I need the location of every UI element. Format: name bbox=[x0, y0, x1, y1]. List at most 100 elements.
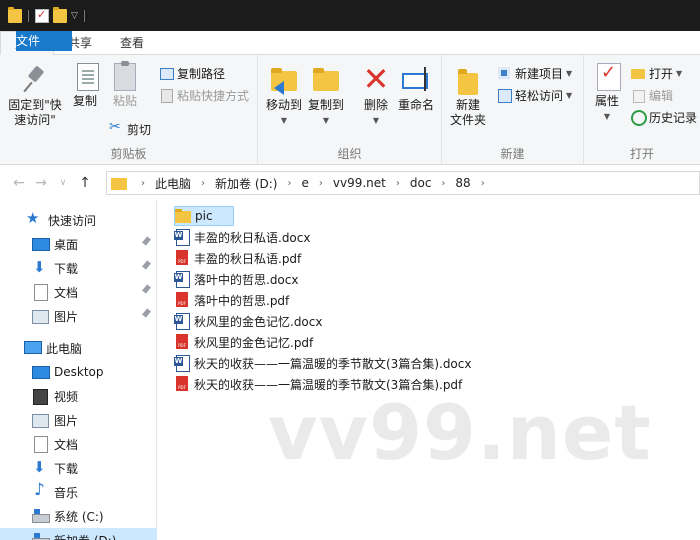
download-icon bbox=[32, 258, 48, 276]
clipboard-icon bbox=[114, 61, 136, 91]
drive-icon bbox=[32, 532, 50, 540]
sidebar-item-documents[interactable]: 文档 bbox=[0, 280, 157, 304]
cut-button[interactable]: 剪切 bbox=[108, 119, 151, 139]
list-item[interactable]: 丰盈的秋日私语.pdf bbox=[174, 248, 307, 268]
history-button[interactable]: 历史记录 bbox=[630, 107, 697, 127]
list-item[interactable]: 丰盈的秋日私语.docx bbox=[174, 227, 316, 247]
pdf-icon bbox=[174, 334, 190, 350]
list-item[interactable]: 落叶中的哲思.docx bbox=[174, 269, 304, 289]
file-list: pic 丰盈的秋日私语.docx 丰盈的秋日私语.pdf 落叶中的哲思.docx… bbox=[158, 200, 700, 540]
chevron-right-icon[interactable]: › bbox=[279, 178, 299, 189]
copy-path-button[interactable]: 复制路径 bbox=[158, 63, 225, 83]
clipboard-group-label: 剪贴板 bbox=[110, 147, 147, 161]
drive-icon bbox=[32, 508, 50, 524]
sidebar-item-videos[interactable]: 视频 bbox=[0, 384, 157, 408]
list-item[interactable]: 落叶中的哲思.pdf bbox=[174, 290, 295, 310]
address-bar[interactable]: › 此电脑 › 新加卷 (D:) › e › vv99.net › doc › … bbox=[106, 171, 700, 195]
breadcrumb-drive-d[interactable]: 新加卷 (D:) bbox=[213, 175, 279, 192]
copy-to-button[interactable]: 复制到 ▼ bbox=[306, 63, 346, 128]
edit-button[interactable]: 编辑 bbox=[630, 85, 673, 105]
forward-icon[interactable]: → bbox=[30, 175, 52, 191]
tab-file[interactable]: 文件 bbox=[16, 31, 72, 51]
move-to-icon bbox=[268, 63, 300, 95]
sidebar-item-desktop-pc[interactable]: Desktop bbox=[0, 360, 157, 384]
pin-icon[interactable] bbox=[141, 309, 151, 321]
desktop-icon bbox=[32, 236, 50, 252]
sidebar-item-drive-c[interactable]: 系统 (C:) bbox=[0, 504, 157, 528]
pin-to-quick-access-button[interactable]: 固定到"快 速访问" bbox=[6, 63, 64, 128]
scissors-icon bbox=[108, 119, 124, 137]
breadcrumb-vv99[interactable]: vv99.net bbox=[331, 176, 388, 190]
sidebar-item-pictures[interactable]: 图片 bbox=[0, 304, 157, 328]
word-document-icon bbox=[174, 313, 190, 330]
chevron-right-icon[interactable]: › bbox=[133, 178, 153, 189]
download-icon bbox=[32, 458, 48, 476]
paste-shortcut-button[interactable]: 粘贴快捷方式 bbox=[158, 85, 249, 105]
word-document-icon bbox=[174, 355, 190, 372]
up-icon[interactable]: ↑ bbox=[74, 175, 96, 191]
list-item[interactable]: 秋风里的金色记忆.pdf bbox=[174, 332, 319, 352]
folder-icon bbox=[175, 208, 191, 224]
new-item-button[interactable]: 新建项目 ▼ bbox=[496, 63, 572, 83]
sidebar-item-documents-pc[interactable]: 文档 bbox=[0, 432, 157, 456]
edit-icon bbox=[630, 87, 646, 103]
pc-icon bbox=[24, 340, 42, 356]
sidebar-item-drive-d[interactable]: 新加卷 (D:) bbox=[0, 528, 157, 540]
open-icon bbox=[630, 65, 646, 81]
title-bar: ▽ bbox=[0, 0, 700, 31]
easy-access-button[interactable]: 轻松访问 ▼ bbox=[496, 85, 572, 105]
folder-icon bbox=[111, 176, 127, 190]
new-group: 新建 文件夹 新建项目 ▼ 轻松访问 ▼ 新建 bbox=[442, 55, 584, 165]
delete-icon: ✕ bbox=[362, 60, 390, 98]
customize-toolbar-icon[interactable]: ▽ bbox=[71, 11, 78, 21]
copy-to-icon bbox=[310, 63, 342, 95]
sidebar-item-this-pc[interactable]: 此电脑 bbox=[0, 336, 157, 360]
chevron-right-icon[interactable]: › bbox=[473, 178, 493, 189]
chevron-right-icon[interactable]: › bbox=[388, 178, 408, 189]
chevron-right-icon[interactable]: › bbox=[311, 178, 331, 189]
delete-button[interactable]: ✕ 删除 ▼ bbox=[360, 63, 392, 128]
recent-locations-icon[interactable]: ∨ bbox=[52, 178, 74, 188]
breadcrumb-doc[interactable]: doc bbox=[408, 176, 434, 190]
breadcrumb-this-pc[interactable]: 此电脑 bbox=[153, 175, 193, 192]
sidebar-item-pictures-pc[interactable]: 图片 bbox=[0, 408, 157, 432]
sidebar-item-quick-access[interactable]: 快速访问 bbox=[0, 208, 157, 232]
pin-icon[interactable] bbox=[141, 237, 151, 249]
list-item[interactable]: 秋天的收获——一篇温暖的季节散文(3篇合集).docx bbox=[174, 353, 477, 373]
clipboard-group: 固定到"快 速访问" 复制 粘贴 复制路径 粘贴快捷方式 剪切 剪贴板 bbox=[0, 55, 258, 165]
watermark: vv99.net bbox=[268, 388, 652, 477]
new-group-label: 新建 bbox=[500, 147, 525, 161]
history-icon bbox=[630, 109, 647, 126]
back-icon[interactable]: ← bbox=[8, 175, 30, 191]
list-item[interactable]: pic bbox=[174, 206, 234, 226]
ribbon: 固定到"快 速访问" 复制 粘贴 复制路径 粘贴快捷方式 剪切 剪贴板 移动到 … bbox=[0, 55, 700, 165]
sidebar-item-music[interactable]: 音乐 bbox=[0, 480, 157, 504]
copy-button[interactable]: 复制 bbox=[68, 63, 102, 109]
chevron-right-icon[interactable]: › bbox=[433, 178, 453, 189]
properties-button[interactable]: 属性 ▼ bbox=[590, 63, 624, 124]
open-button[interactable]: 打开 ▼ bbox=[630, 63, 682, 83]
picture-icon bbox=[32, 308, 49, 324]
list-item[interactable]: 秋风里的金色记忆.docx bbox=[174, 311, 328, 331]
picture-icon bbox=[32, 412, 49, 428]
folder-icon[interactable] bbox=[8, 6, 22, 23]
pin-icon[interactable] bbox=[141, 285, 151, 297]
pdf-icon bbox=[174, 292, 190, 308]
sidebar-item-downloads-pc[interactable]: 下载 bbox=[0, 456, 157, 480]
breadcrumb-88[interactable]: 88 bbox=[453, 176, 472, 190]
organize-group-label: 组织 bbox=[337, 147, 362, 161]
copy-path-icon bbox=[158, 65, 174, 81]
new-folder-icon[interactable] bbox=[53, 6, 67, 23]
paste-button[interactable]: 粘贴 bbox=[108, 61, 142, 109]
move-to-button[interactable]: 移动到 ▼ bbox=[264, 63, 304, 128]
tab-view[interactable]: 查看 bbox=[106, 31, 158, 55]
sidebar-item-desktop[interactable]: 桌面 bbox=[0, 232, 157, 256]
breadcrumb-e[interactable]: e bbox=[299, 176, 310, 190]
pin-icon[interactable] bbox=[141, 261, 151, 273]
paste-shortcut-icon bbox=[158, 87, 174, 103]
rename-button[interactable]: 重命名 bbox=[396, 63, 436, 113]
chevron-right-icon[interactable]: › bbox=[193, 178, 213, 189]
sidebar-item-downloads[interactable]: 下载 bbox=[0, 256, 157, 280]
properties-icon[interactable] bbox=[35, 8, 49, 23]
new-folder-button[interactable]: 新建 文件夹 bbox=[448, 63, 488, 128]
